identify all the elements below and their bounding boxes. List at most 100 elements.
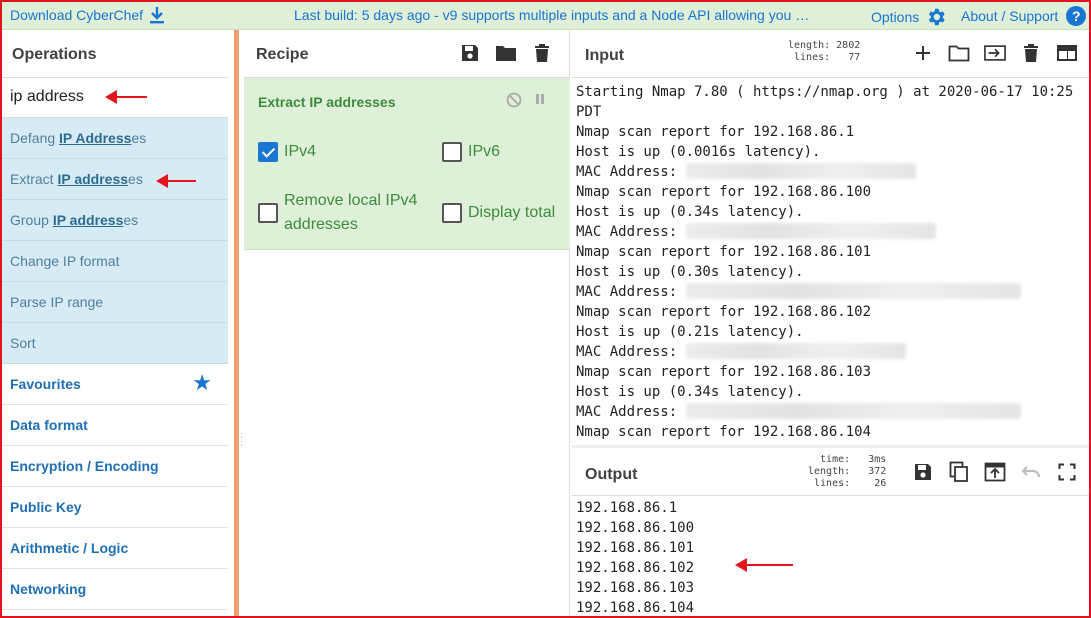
operation-result-item[interactable]: Change IP format <box>2 241 228 282</box>
ipv4-label[interactable]: IPv4 <box>284 140 316 164</box>
input-line: Host is up (0.0016s latency). <box>576 144 821 160</box>
panel-resizer[interactable] <box>234 30 239 618</box>
save-icon[interactable] <box>459 42 481 64</box>
remove-local-label[interactable]: Remove local IPv4 addresses <box>284 189 417 237</box>
redacted-mac-address <box>685 223 936 239</box>
recipe-operation-card[interactable]: Extract IP addresses IPv4 IPv6 Remove lo… <box>244 78 570 250</box>
display-total-checkbox[interactable] <box>442 203 462 223</box>
category-networking[interactable]: Networking <box>2 569 228 610</box>
resizer-handle[interactable]: .... <box>240 427 243 449</box>
ipv4-checkbox[interactable] <box>258 142 278 162</box>
input-line: Host is up (0.21s latency). <box>576 324 804 340</box>
input-line: Nmap scan report for 192.168.86.101 <box>576 244 872 260</box>
category-arithmetic-logic[interactable]: Arithmetic / Logic <box>2 528 228 569</box>
trash-icon[interactable] <box>531 42 553 64</box>
input-line: Nmap scan report for 192.168.86.104 <box>576 424 872 440</box>
operation-result-item[interactable]: Group IP addresses <box>2 200 228 241</box>
annotation-arrow-extract <box>156 174 196 188</box>
about-label[interactable]: About / Support <box>961 8 1058 24</box>
annotation-arrow-search <box>105 90 147 104</box>
search-results-list: Defang IP Addresses Extract IP addresses G… <box>2 118 228 364</box>
input-line: MAC Address: <box>576 162 1089 182</box>
operations-title: Operations <box>2 30 228 78</box>
category-data-format[interactable]: Data format <box>2 405 228 446</box>
input-line: Host is up (0.34s latency). <box>576 204 804 220</box>
recipe-title: Recipe <box>256 46 309 63</box>
disable-icon[interactable] <box>506 92 522 111</box>
recipe-panel: Recipe Extract IP addresses IPv4 IPv6 Re… <box>244 30 570 618</box>
ipv4-option[interactable]: IPv4 <box>258 140 316 164</box>
input-line: MAC Address: <box>576 342 1089 362</box>
ipv6-label[interactable]: IPv6 <box>468 140 500 164</box>
input-line: MAC Address: <box>576 222 1089 242</box>
gear-icon[interactable] <box>925 6 947 28</box>
display-total-option[interactable]: Display total <box>442 201 555 225</box>
output-line: 192.168.86.102 <box>576 560 695 576</box>
remove-local-checkbox[interactable] <box>258 203 278 223</box>
open-file-icon[interactable] <box>984 42 1006 64</box>
options-label[interactable]: Options <box>871 9 919 25</box>
input-textarea[interactable]: Starting Nmap 7.80 ( https://nmap.org ) … <box>572 78 1089 445</box>
recipe-operation-name: Extract IP addresses <box>258 94 396 110</box>
layout-icon[interactable] <box>1056 42 1078 64</box>
copy-icon[interactable] <box>948 461 970 483</box>
output-panel: Output time: 3ms length: 372 lines: 26 1… <box>572 448 1089 616</box>
output-line: 192.168.86.1 <box>576 500 678 516</box>
about-support-link[interactable]: About / Support ? <box>961 6 1087 26</box>
input-line: Nmap scan report for 192.168.86.1 <box>576 124 855 140</box>
clear-input-icon[interactable] <box>1020 42 1042 64</box>
ipv6-option[interactable]: IPv6 <box>442 140 500 164</box>
add-tab-icon[interactable] <box>912 42 934 64</box>
operation-result-item[interactable]: Parse IP range <box>2 282 228 323</box>
output-line: 192.168.86.103 <box>576 580 695 596</box>
top-banner: Download CyberChef Last build: 5 days ag… <box>0 0 1091 30</box>
redacted-mac-address <box>685 403 1021 419</box>
star-icon[interactable]: ★ <box>192 372 212 394</box>
annotation-arrow-output <box>735 558 793 572</box>
input-line: Host is up (0.34s latency). <box>576 384 804 400</box>
input-line: Starting Nmap 7.80 ( https://nmap.org ) … <box>576 84 1074 100</box>
open-folder-icon[interactable] <box>948 42 970 64</box>
options-link[interactable]: Options <box>871 6 947 28</box>
download-label[interactable]: Download CyberChef <box>10 7 143 23</box>
input-panel: Input length: 2802 lines: 77 Starting Nm… <box>572 30 1089 445</box>
replace-input-icon[interactable] <box>984 461 1006 483</box>
operations-panel: Operations ip address Defang IP Addresse… <box>2 30 228 616</box>
operation-result-item[interactable]: Defang IP Addresses <box>2 118 228 159</box>
category-public-key[interactable]: Public Key <box>2 487 228 528</box>
undo-icon[interactable] <box>1020 461 1042 483</box>
operation-result-item[interactable]: Sort <box>2 323 228 364</box>
save-output-icon[interactable] <box>912 461 934 483</box>
output-title: Output <box>585 466 638 483</box>
output-line: 192.168.86.104 <box>576 600 695 616</box>
download-link[interactable]: Download CyberChef <box>10 6 165 24</box>
input-title: Input <box>585 47 625 64</box>
input-line: PDT <box>576 104 602 120</box>
build-notice[interactable]: Last build: 5 days ago - v9 supports mul… <box>294 7 809 23</box>
category-list: Favourites ★ Data format Encryption / Encod… <box>2 364 228 610</box>
input-line: MAC Address: <box>576 282 1089 302</box>
search-value[interactable]: ip address <box>10 88 84 105</box>
display-total-label[interactable]: Display total <box>468 201 555 225</box>
pause-icon[interactable] <box>534 92 546 111</box>
category-favourites[interactable]: Favourites ★ <box>2 364 228 405</box>
recipe-header: Recipe <box>244 30 569 78</box>
redacted-mac-address <box>685 343 906 359</box>
output-textarea[interactable]: 192.168.86.1 192.168.86.100 192.168.86.101… <box>572 496 1089 616</box>
input-line: Host is up (0.30s latency). <box>576 264 804 280</box>
redacted-mac-address <box>685 283 1021 299</box>
download-icon[interactable] <box>149 6 165 24</box>
category-encryption-encoding[interactable]: Encryption / Encoding <box>2 446 228 487</box>
input-line: Nmap scan report for 192.168.86.100 <box>576 184 872 200</box>
maximise-icon[interactable] <box>1056 461 1078 483</box>
output-line: 192.168.86.100 <box>576 520 695 536</box>
remove-local-option[interactable]: Remove local IPv4 addresses <box>258 189 417 237</box>
input-line: Nmap scan report for 192.168.86.102 <box>576 304 872 320</box>
folder-icon[interactable] <box>495 42 517 64</box>
redacted-mac-address <box>685 163 916 179</box>
help-icon[interactable]: ? <box>1066 6 1087 26</box>
input-stats: length: 2802 lines: 77 <box>788 40 861 63</box>
ipv6-checkbox[interactable] <box>442 142 462 162</box>
output-stats: time: 3ms length: 372 lines: 26 <box>808 454 887 489</box>
output-header: Output time: 3ms length: 372 lines: 26 <box>572 448 1089 496</box>
